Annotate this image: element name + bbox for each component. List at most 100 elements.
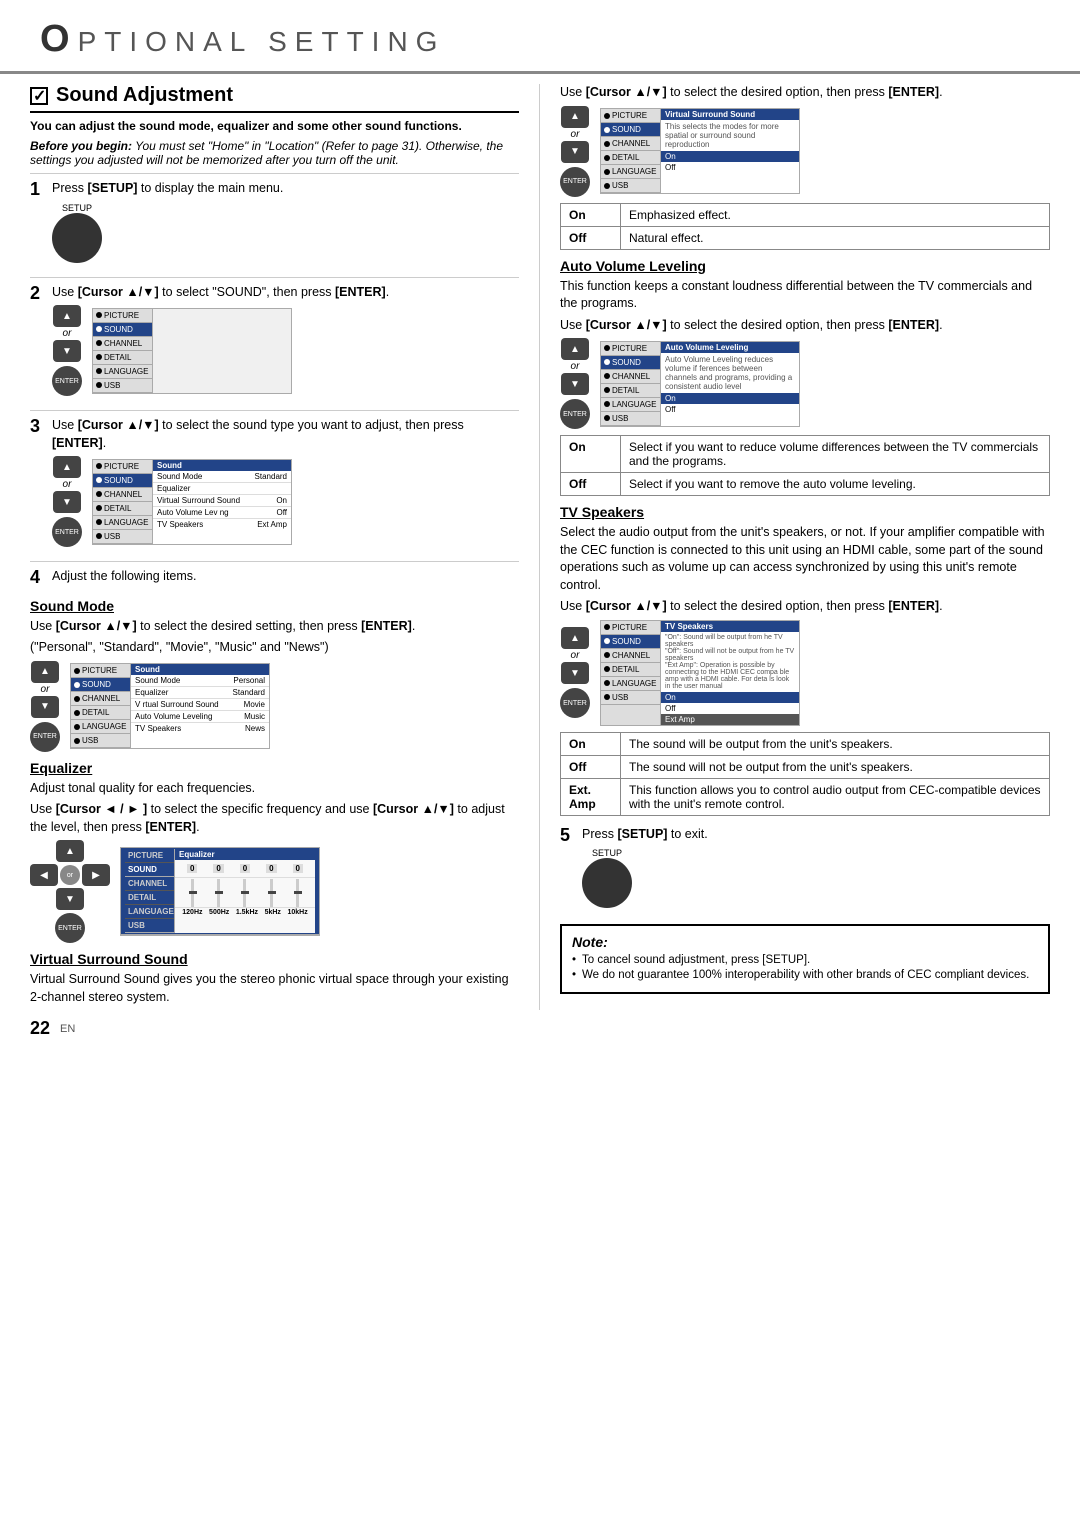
tvs-ext-label: Ext. Amp xyxy=(561,778,621,815)
avl-text2: Use [Cursor ▲/▼] to select the desired o… xyxy=(560,317,1050,335)
tvs-si-language: LANGUAGE xyxy=(601,677,660,691)
avl-text1: This function keeps a constant loudness … xyxy=(560,278,1050,313)
step-2-illus: or ENTER PICTURE SOUND CHANNEL DETAIL xyxy=(52,305,519,396)
step-5-illus: SETUP xyxy=(582,847,1050,908)
checkbox-icon xyxy=(30,87,48,105)
sm-vss-row: Virtual Surround SoundOn xyxy=(153,495,291,507)
eq-nav-cluster: or ENTER xyxy=(30,840,110,943)
note-item-2-text: We do not guarantee 100% interoperabilit… xyxy=(582,969,1029,981)
tvs-on-row-table: On The sound will be output from the uni… xyxy=(561,732,1050,755)
tvs-off-value: The sound will not be output from the un… xyxy=(621,755,1050,778)
sm2-tv-row: TV SpeakersNews xyxy=(131,723,269,734)
setup-exit-illus: SETUP xyxy=(582,847,632,908)
tvs-table: On The sound will be output from the uni… xyxy=(560,732,1050,816)
avl-up-btn xyxy=(561,338,589,360)
step-5-text: Press [SETUP] to exit. xyxy=(582,826,1050,844)
or-label-vss: or xyxy=(571,129,580,140)
avl-si-picture: PICTURE xyxy=(601,342,660,356)
sound-menu-mock: PICTURE SOUND CHANNEL DETAIL LANGUAGE US… xyxy=(92,459,292,545)
eq-enter: ENTER xyxy=(55,913,85,943)
page-number: 22 xyxy=(30,1018,50,1039)
page-footer: 22 EN xyxy=(0,1010,1080,1047)
equalizer-title: Equalizer xyxy=(30,760,519,776)
tvs-si-picture: PICTURE xyxy=(601,621,660,635)
menu-language: LANGUAGE xyxy=(93,365,152,379)
eq-dials: 0 0 0 0 0 xyxy=(175,860,315,878)
sm2-mode-row: Sound ModePersonal xyxy=(131,675,269,687)
vss-si-picture: PICTURE xyxy=(601,109,660,123)
step-3-illus: or ENTER PICTURE SOUND CHANNEL DETAIL xyxy=(52,456,519,547)
vss-off-row-table: Off Natural effect. xyxy=(561,226,1050,249)
setup-exit-btn xyxy=(582,858,632,908)
vss-si-language: LANGUAGE xyxy=(601,165,660,179)
equalizer-text1: Adjust tonal quality for each frequencie… xyxy=(30,780,519,798)
nav-cluster-3: or ENTER xyxy=(52,456,82,547)
eq-side: PICTURE SOUND CHANNEL DETAIL LANGUAGE US… xyxy=(125,849,175,933)
or-label-sm: or xyxy=(41,684,50,695)
tvs-si-detail: DETAIL xyxy=(601,663,660,677)
tvs-enter: ENTER xyxy=(560,688,590,718)
tvs-extamp-row: Ext Amp xyxy=(661,714,799,725)
sound-side-icons: PICTURE SOUND CHANNEL DETAIL LANGUAGE US… xyxy=(93,460,153,544)
equalizer-text2: Use [Cursor ◄ / ► ] to select the specif… xyxy=(30,801,519,836)
setup-exit-label: SETUP xyxy=(592,848,622,858)
page-header: OPTIONAL SETTING xyxy=(0,0,1080,74)
vss-si-channel: CHANNEL xyxy=(601,137,660,151)
tvs-on-row: On xyxy=(661,692,799,703)
vss-header-bar: Virtual Surround Sound xyxy=(661,109,799,120)
page-lang: EN xyxy=(60,1023,75,1035)
menu-usb: USB xyxy=(93,379,152,393)
sm-usb: USB xyxy=(93,530,152,544)
left-column: Sound Adjustment You can adjust the soun… xyxy=(30,84,540,1010)
equalizer-screen-mock: PICTURE SOUND CHANNEL DETAIL LANGUAGE US… xyxy=(120,847,320,936)
or-label-avl: or xyxy=(571,361,580,372)
intro-italic-label: Before you begin: xyxy=(30,139,132,153)
avl-on-label: On xyxy=(561,436,621,473)
or-label-tvs: or xyxy=(571,650,580,661)
menu-channel: CHANNEL xyxy=(93,337,152,351)
avl-illus: or ENTER PICTURE SOUND CHANNEL DETAIL LA… xyxy=(560,338,1050,429)
tvs-up-btn xyxy=(561,627,589,649)
tvs-off-row: Off xyxy=(661,703,799,714)
cursor-down-btn xyxy=(53,340,81,362)
cursor-up-sm xyxy=(31,661,59,683)
step-2-text: Use [Cursor ▲/▼] to select "SOUND", then… xyxy=(52,284,519,302)
nav-cluster-2: or ENTER xyxy=(52,305,82,396)
step-5-content: Press [SETUP] to exit. SETUP xyxy=(582,826,1050,915)
enter-remote-avl: ENTER xyxy=(560,399,590,429)
step-4-text: Adjust the following items. xyxy=(52,568,519,586)
menu-side-icons-2: PICTURE SOUND CHANNEL DETAIL LANGUAGE US… xyxy=(93,309,153,393)
sm2-picture: PICTURE xyxy=(71,664,130,678)
nav-cluster-vss: or ENTER xyxy=(560,106,590,197)
vss-title: Virtual Surround Sound xyxy=(30,951,519,967)
vss-on-value: Emphasized effect. xyxy=(621,203,1050,226)
step-3-text: Use [Cursor ▲/▼] to select the sound typ… xyxy=(52,417,519,452)
avl-menu-mock: PICTURE SOUND CHANNEL DETAIL LANGUAGE US… xyxy=(600,341,800,427)
note-item-2: We do not guarantee 100% interoperabilit… xyxy=(572,969,1038,981)
vss-text1: Virtual Surround Sound gives you the ste… xyxy=(30,971,519,1006)
avl-off-row-table: Off Select if you want to remove the aut… xyxy=(561,473,1050,496)
eq-si-usb: USB xyxy=(125,919,174,933)
sm-sound-mode-row: Sound ModeStandard xyxy=(153,471,291,483)
eq-center: or xyxy=(60,865,80,885)
or-label-2: or xyxy=(63,328,72,339)
section-title: Sound Adjustment xyxy=(30,84,519,113)
sm2-usb: USB xyxy=(71,734,130,748)
enter-sm: ENTER xyxy=(30,722,60,752)
avl-down-btn xyxy=(561,373,589,395)
tvs-on-label: On xyxy=(561,732,621,755)
section-title-text: Sound Adjustment xyxy=(56,84,233,107)
tvs-header-bar: TV Speakers xyxy=(661,621,799,632)
eq-title-bar: Equalizer xyxy=(175,849,315,860)
tvs-illus: or ENTER PICTURE SOUND CHANNEL DETAIL LA… xyxy=(560,620,1050,726)
eq-down-btn xyxy=(56,888,84,910)
note-title: Note: xyxy=(572,934,1038,950)
tvs-si-usb: USB xyxy=(601,691,660,705)
tvs-text2: Use [Cursor ▲/▼] to select the desired o… xyxy=(560,598,1050,616)
vss-main-area: Virtual Surround Sound This selects the … xyxy=(661,109,799,193)
sm-picture: PICTURE xyxy=(93,460,152,474)
sound-mode-illus: or ENTER PICTURE SOUND CHANNEL DETAIL LA… xyxy=(30,661,519,752)
vss-enter: ENTER xyxy=(560,167,590,197)
menu-main-area-2 xyxy=(153,309,291,393)
menu-picture: PICTURE xyxy=(93,309,152,323)
